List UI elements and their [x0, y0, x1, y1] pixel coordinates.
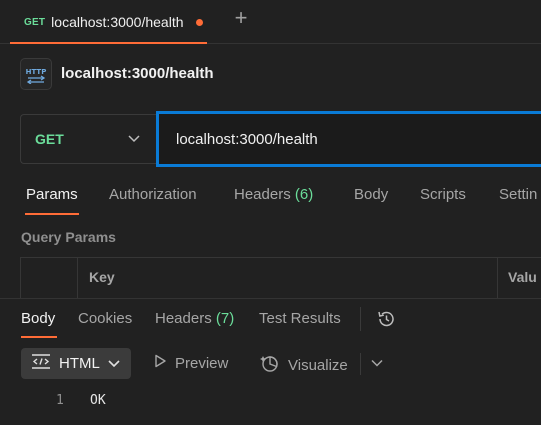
tab-body[interactable]: Body: [354, 186, 388, 203]
divider: [360, 353, 361, 375]
request-tab[interactable]: GET localhost:3000/health: [10, 0, 207, 44]
response-tab-indicator: [21, 336, 57, 338]
format-select[interactable]: HTML: [21, 348, 131, 379]
response-body-text[interactable]: OK: [90, 393, 106, 408]
url-input[interactable]: localhost:3000/health: [156, 111, 541, 167]
tab-settings[interactable]: Settin: [499, 186, 537, 203]
unsaved-dot-icon: [195, 18, 203, 26]
response-tab-cookies[interactable]: Cookies: [78, 310, 132, 327]
active-tab-indicator: [10, 42, 207, 44]
history-icon[interactable]: [376, 309, 396, 329]
chevron-down-icon[interactable]: [369, 355, 385, 371]
divider: [360, 307, 361, 331]
column-header-value: Valu: [508, 269, 537, 285]
chevron-down-icon: [128, 132, 140, 146]
response-tab-test-results[interactable]: Test Results: [259, 310, 341, 327]
chevron-down-icon: [108, 355, 120, 373]
preview-label: Preview: [175, 354, 229, 372]
new-tab-plus-icon[interactable]: +: [231, 7, 251, 29]
visualize-icon: [260, 353, 280, 377]
method-label: GET: [35, 131, 64, 147]
visualize-label: Visualize: [288, 356, 348, 374]
response-tab-headers-count: (7): [215, 310, 235, 327]
url-text: localhost:3000/health: [176, 130, 318, 148]
format-code-icon: [31, 352, 51, 375]
tab-scripts[interactable]: Scripts: [420, 186, 466, 203]
table-divider: [77, 257, 78, 299]
column-header-key: Key: [89, 269, 115, 285]
play-icon: [153, 354, 167, 372]
preview-button[interactable]: Preview: [153, 354, 228, 372]
format-label: HTML: [59, 355, 100, 372]
response-tab-headers-label: Headers: [155, 310, 212, 327]
tab-params[interactable]: Params: [26, 186, 78, 203]
response-tab-body[interactable]: Body: [21, 310, 55, 327]
line-number: 1: [56, 393, 64, 408]
tab-headers-label: Headers: [234, 186, 291, 203]
method-select[interactable]: GET: [20, 114, 156, 164]
request-title[interactable]: localhost:3000/health: [61, 65, 214, 82]
table-divider: [497, 257, 498, 299]
http-icon: HTTP: [20, 58, 52, 90]
visualize-button[interactable]: Visualize: [260, 353, 348, 377]
tab-method-label: GET: [24, 16, 46, 28]
tab-authorization[interactable]: Authorization: [109, 186, 197, 203]
tab-title: localhost:3000/health: [51, 14, 184, 30]
tab-headers[interactable]: Headers (6): [234, 186, 313, 203]
tab-headers-count: (6): [294, 186, 314, 203]
response-tab-headers[interactable]: Headers (7): [155, 310, 234, 327]
query-params-label: Query Params: [21, 229, 116, 245]
params-tab-indicator: [25, 213, 79, 215]
svg-text:HTTP: HTTP: [26, 68, 47, 76]
